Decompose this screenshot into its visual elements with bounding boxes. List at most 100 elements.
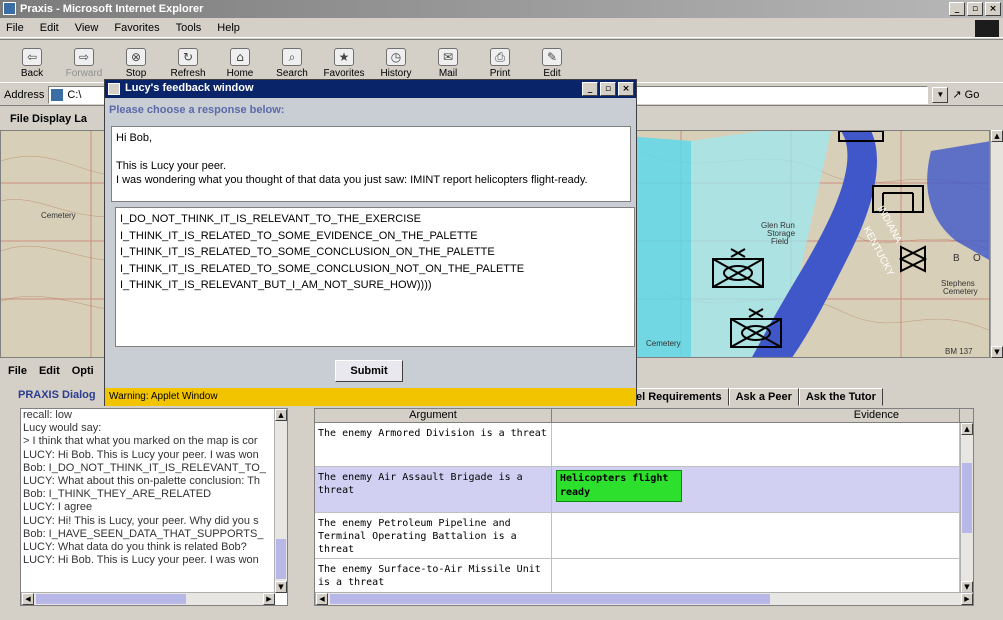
address-dropdown-button[interactable]: ▼ [932,86,949,103]
scroll-thumb[interactable] [36,594,186,604]
scroll-right-button[interactable]: ▶ [961,593,973,605]
log-line: > I think that what you marked on the ma… [23,435,258,448]
menu-view[interactable]: View [75,22,99,34]
scroll-left-button[interactable]: ◀ [22,593,34,605]
stop-button[interactable]: ⊗ Stop [110,40,162,82]
java-app-icon [108,83,120,95]
column-header-evidence[interactable]: Evidence [552,409,960,422]
log-line: Bob: I_HAVE_SEEN_DATA_THAT_SUPPORTS_ [23,527,264,540]
scroll-thumb[interactable] [330,594,770,604]
minimize-button[interactable]: _ [582,82,598,96]
ie-app-icon [3,2,16,15]
scroll-up-button[interactable]: ▲ [275,409,287,421]
response-option[interactable]: I_THINK_IT_IS_RELATED_TO_SOME_EVIDENCE_O… [120,228,630,245]
refresh-button[interactable]: ↻ Refresh [162,40,214,82]
evidence-tag[interactable]: Helicopters flight ready [556,470,682,502]
submit-button[interactable]: Submit [335,360,403,382]
log-line: Lucy would say: [23,422,102,435]
back-label: Back [20,68,44,79]
scroll-up-button[interactable]: ▲ [991,130,1003,142]
scroll-thumb[interactable] [962,463,972,533]
browser-menubar: File Edit View Favorites Tools Help [0,18,1003,38]
mail-icon: ✉ [438,48,458,66]
maximize-button[interactable]: ▫ [967,2,983,16]
response-option[interactable]: I_THINK_IT_IS_RELATED_TO_SOME_CONCLUSION… [120,244,630,261]
close-button[interactable]: × [985,2,1001,16]
menu-help[interactable]: Help [217,22,240,34]
mail-button[interactable]: ✉ Mail [422,40,474,82]
applet-menu-file-display[interactable]: File Display La [10,113,87,125]
home-icon: ⌂ [230,48,250,66]
favorites-button[interactable]: ★ Favorites [318,40,370,82]
log-vscrollbar[interactable]: ▲ ▼ [274,409,287,593]
table-row-selected[interactable]: The enemy Air Assault Brigade is a threa… [315,467,973,513]
scroll-down-button[interactable]: ▼ [275,581,287,593]
message-line: Hi Bob, [116,132,153,144]
map-scrollbar[interactable]: ▲ ▼ [990,130,1003,358]
scroll-down-button[interactable]: ▼ [991,346,1003,358]
address-label: Address [4,88,45,101]
map-label: O [973,253,981,264]
map-label: Cemetery [646,339,681,348]
feedback-titlebar[interactable]: Lucy's feedback window _ ▫ × [105,80,636,98]
favorites-icon: ★ [334,48,354,66]
table-hscrollbar[interactable]: ◀ ▶ [315,592,973,605]
go-label: Go [964,89,980,101]
tab-ask-the-tutor[interactable]: Ask the Tutor [798,388,883,406]
column-header-argument[interactable]: Argument [315,409,552,422]
scroll-left-button[interactable]: ◀ [316,593,328,605]
tab-ask-a-peer[interactable]: Ask a Peer [728,388,799,406]
log-line: LUCY: What data do you think is related … [23,541,247,554]
menu-edit[interactable]: Edit [40,22,59,34]
response-options-list: I_DO_NOT_THINK_IT_IS_RELEVANT_TO_THE_EXE… [115,207,635,347]
evidence-cell [552,513,960,558]
edit-button[interactable]: ✎ Edit [526,40,578,82]
map-label: Cemetery [943,287,978,296]
print-button[interactable]: ⎙ Print [474,40,526,82]
scroll-thumb[interactable] [276,539,286,579]
feedback-message: Hi Bob, This is Lucy your peer. I was wo… [111,126,631,202]
mail-label: Mail [438,68,458,79]
tab-requirements[interactable]: el Requirements [634,388,729,406]
maximize-button[interactable]: ▫ [600,82,616,96]
forward-label: Forward [65,68,103,79]
back-button[interactable]: ⇦ Back [6,40,58,82]
forward-arrow-icon: ⇨ [74,48,94,66]
window-titlebar[interactable]: Praxis - Microsoft Internet Explorer _ ▫… [0,0,1003,18]
minimize-button[interactable]: _ [949,2,965,16]
lower-menu-options[interactable]: Opti [72,365,94,377]
response-option[interactable]: I_THINK_IT_IS_RELATED_TO_SOME_CONCLUSION… [120,261,630,278]
lower-menu-edit[interactable]: Edit [39,365,60,377]
table-row[interactable]: The enemy Armored Division is a threat [315,423,973,467]
lower-menu-file[interactable]: File [8,365,27,377]
go-button[interactable]: ↗ Go [952,88,979,101]
response-option[interactable]: I_THINK_IT_IS_RELEVANT_BUT_I_AM_NOT_SURE… [120,277,630,294]
history-button[interactable]: ◷ History [370,40,422,82]
argument-table[interactable]: Argument Evidence The enemy Armored Divi… [314,408,974,606]
feedback-prompt: Please choose a response below: [109,104,285,116]
scroll-right-button[interactable]: ▶ [263,593,275,605]
argument-cell: The enemy Air Assault Brigade is a threa… [315,467,552,512]
log-hscrollbar[interactable]: ◀ ▶ [21,592,275,605]
log-line: Bob: I_DO_NOT_THINK_IT_IS_RELEVANT_TO_ [23,461,266,474]
forward-button[interactable]: ⇨ Forward [58,40,110,82]
close-button[interactable]: × [618,82,634,96]
menu-tools[interactable]: Tools [176,22,202,34]
message-line: I was wondering what you thought of that… [116,174,588,186]
menu-file[interactable]: File [6,22,24,34]
dialog-log[interactable]: recall: low Lucy would say: > I think th… [20,408,288,606]
back-arrow-icon: ⇦ [22,48,42,66]
response-option[interactable]: I_DO_NOT_THINK_IT_IS_RELEVANT_TO_THE_EXE… [120,211,630,228]
feedback-window: Lucy's feedback window _ ▫ × Please choo… [104,79,637,406]
search-button[interactable]: ⌕ Search [266,40,318,82]
refresh-label: Refresh [170,68,206,79]
menu-favorites[interactable]: Favorites [114,22,159,34]
table-vscrollbar[interactable]: ▲ ▼ [960,423,973,593]
map-label: B [953,253,960,264]
log-line: Bob: I_THINK_THEY_ARE_RELATED [23,488,212,501]
stop-icon: ⊗ [126,48,146,66]
favorites-label: Favorites [323,68,365,79]
home-button[interactable]: ⌂ Home [214,40,266,82]
table-row[interactable]: The enemy Petroleum Pipeline and Termina… [315,513,973,559]
scroll-up-button[interactable]: ▲ [961,423,973,435]
